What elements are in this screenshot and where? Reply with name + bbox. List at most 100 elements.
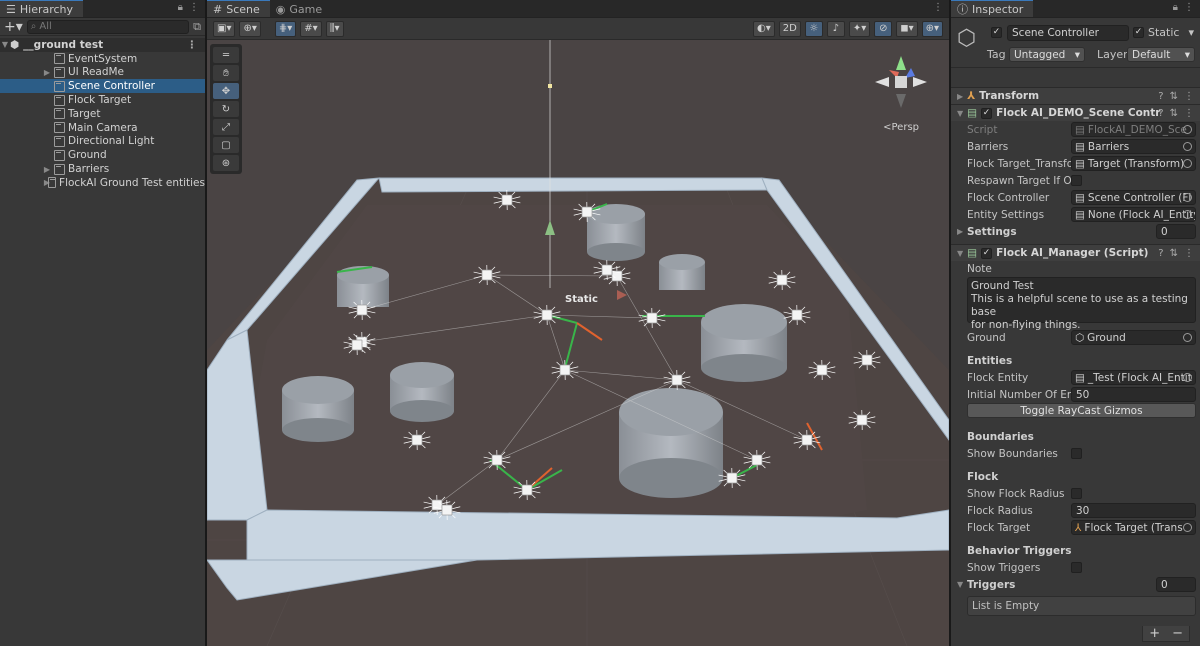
- mode-2d-button[interactable]: 2D: [778, 20, 801, 37]
- tag-dropdown[interactable]: Untagged ▾: [1009, 47, 1085, 62]
- collapse-arrow-icon[interactable]: ▼: [957, 109, 963, 118]
- audio-button[interactable]: ♪: [826, 20, 845, 37]
- lighting-button[interactable]: ☼: [804, 20, 823, 37]
- hierarchy-item[interactable]: Main Camera: [0, 121, 205, 135]
- ground-object-field[interactable]: ⬡ Ground: [1071, 330, 1196, 345]
- property-object-field[interactable]: ▤ FlockAI_DEMO_Sce: [1071, 122, 1196, 137]
- remove-element-icon[interactable]: −: [1172, 626, 1183, 641]
- flock-manager-component-header[interactable]: ▼ ▤ ✓ Flock AI_Manager (Script) ? ⇅ ⋮: [951, 244, 1200, 261]
- kebab-menu-icon[interactable]: ⋮: [1184, 91, 1194, 102]
- add-icon[interactable]: +▾: [4, 19, 23, 35]
- add-element-icon[interactable]: +: [1149, 626, 1160, 641]
- hierarchy-item[interactable]: ▶ UI ReadMe: [0, 66, 205, 80]
- settings-count-field[interactable]: 0: [1156, 224, 1196, 239]
- component-enabled-checkbox[interactable]: ✓: [981, 107, 993, 119]
- kebab-menu-icon[interactable]: ⋮: [1184, 2, 1194, 13]
- show-flock-radius-checkbox[interactable]: [1071, 488, 1082, 499]
- collapse-arrow-icon[interactable]: ▼: [957, 249, 963, 258]
- shading-mode-button[interactable]: ◐▾: [753, 20, 775, 37]
- flock-entity-field[interactable]: ▤ _Test (Flock AI_Entit: [1071, 370, 1196, 385]
- rotate-tool-icon[interactable]: ↻: [213, 101, 239, 117]
- preset-icon[interactable]: ⇅: [1170, 91, 1178, 102]
- tab-hierarchy[interactable]: ☰ Hierarchy: [0, 0, 84, 17]
- grid-snap-button[interactable]: #▾: [300, 20, 322, 37]
- drag-handle-icon[interactable]: ═: [213, 47, 239, 63]
- hierarchy-item[interactable]: Flock Target: [0, 93, 205, 107]
- scale-tool-icon[interactable]: ⤢: [213, 119, 239, 135]
- hierarchy-item[interactable]: EventSystem: [0, 52, 205, 66]
- preset-icon[interactable]: ⇅: [1170, 248, 1178, 259]
- preset-icon[interactable]: ⇅: [1170, 108, 1178, 119]
- persp-label[interactable]: <Persp: [883, 122, 919, 133]
- property-object-field[interactable]: ▤ Scene Controller (Fl: [1071, 190, 1196, 205]
- expand-arrow-icon[interactable]: ▶: [957, 227, 967, 236]
- global-local-button[interactable]: ⊕▾: [239, 20, 261, 37]
- object-picker-icon[interactable]: [1183, 523, 1192, 532]
- object-picker-icon[interactable]: [1183, 210, 1192, 219]
- flock-target-field[interactable]: ⅄ Flock Target (Trans: [1071, 520, 1196, 535]
- initial-entities-field[interactable]: 50: [1071, 387, 1196, 402]
- object-picker-icon[interactable]: [1183, 159, 1192, 168]
- hierarchy-item[interactable]: ▶ Barriers: [0, 162, 205, 176]
- scene-viewport[interactable]: ═ ✋︎ ✥ ↻ ⤢ ▢ ⊛ <Persp Static: [207, 40, 949, 646]
- gizmos-button[interactable]: ⊕▾: [921, 20, 943, 37]
- rect-tool-icon[interactable]: ▢: [213, 137, 239, 153]
- property-object-field[interactable]: ▤ None (Flock AI_Entity_: [1071, 207, 1196, 222]
- triggers-count-field[interactable]: 0: [1156, 577, 1196, 592]
- note-textarea[interactable]: Ground Test This is a helpful scene to u…: [967, 277, 1196, 331]
- active-checkbox[interactable]: ✓: [991, 27, 1002, 38]
- increment-snap-button[interactable]: ⫼▾: [325, 20, 344, 37]
- static-dropdown-icon[interactable]: ▾: [1188, 26, 1194, 39]
- transform-header[interactable]: ▶ ⅄ Transform ? ⇅ ⋮: [951, 87, 1200, 104]
- kebab-menu-icon[interactable]: ⋮: [1184, 248, 1194, 259]
- flock-radius-field[interactable]: 30: [1071, 503, 1196, 518]
- component-enabled-checkbox[interactable]: ✓: [981, 247, 993, 259]
- tab-scene[interactable]: # Scene: [207, 0, 270, 17]
- hand-tool-icon[interactable]: ✋︎: [213, 65, 239, 81]
- kebab-menu-icon[interactable]: ⋮: [933, 2, 943, 13]
- hierarchy-item[interactable]: Directional Light: [0, 135, 205, 149]
- camera-button[interactable]: ◼▾: [896, 20, 918, 37]
- move-tool-icon[interactable]: ✥: [213, 83, 239, 99]
- help-icon[interactable]: ?: [1158, 91, 1163, 102]
- object-picker-icon[interactable]: [1183, 373, 1192, 382]
- static-checkbox[interactable]: ✓: [1133, 27, 1144, 38]
- scene-controller-component-header[interactable]: ▼ ▤ ✓ Flock AI_DEMO_Scene Contr ? ⇅ ⋮: [951, 104, 1200, 121]
- lock-icon[interactable]: 🔒︎: [1173, 2, 1178, 13]
- scene-root-row[interactable]: ▼ ⬢ __ground test ⋮: [0, 38, 205, 52]
- tab-game[interactable]: ◉ Game: [269, 0, 333, 17]
- object-picker-icon[interactable]: [1183, 333, 1192, 342]
- property-object-field[interactable]: ▤ Barriers: [1071, 139, 1196, 154]
- toggle-raycast-gizmos-button[interactable]: Toggle RayCast Gizmos: [967, 403, 1196, 418]
- property-checkbox[interactable]: [1071, 175, 1082, 186]
- object-name-field[interactable]: Scene Controller: [1007, 25, 1129, 41]
- hierarchy-item[interactable]: Target: [0, 107, 205, 121]
- show-boundaries-checkbox[interactable]: [1071, 448, 1082, 459]
- help-icon[interactable]: ?: [1158, 108, 1163, 119]
- snap-button[interactable]: ⋕▾: [274, 20, 297, 37]
- expand-arrow-icon[interactable]: ▶: [42, 68, 52, 77]
- hierarchy-item[interactable]: Ground: [0, 148, 205, 162]
- scene-visibility-icon[interactable]: ⧉: [193, 20, 201, 34]
- kebab-menu-icon[interactable]: ⋮: [1184, 108, 1194, 119]
- hierarchy-item[interactable]: Scene Controller: [0, 79, 205, 94]
- expand-arrow-icon[interactable]: ▼: [957, 580, 967, 589]
- effects-button[interactable]: ✦▾: [848, 20, 871, 37]
- expand-arrow-icon[interactable]: ▶: [42, 165, 52, 174]
- hidden-objects-button[interactable]: ⊘: [874, 20, 893, 37]
- collapse-arrow-icon[interactable]: ▼: [0, 40, 10, 49]
- show-triggers-checkbox[interactable]: [1071, 562, 1082, 573]
- draw-mode-button[interactable]: ▣▾: [213, 20, 236, 37]
- lock-icon[interactable]: 🔒︎: [178, 2, 183, 13]
- layer-dropdown[interactable]: Default ▾: [1127, 47, 1195, 62]
- transform-tool-icon[interactable]: ⊛: [213, 155, 239, 171]
- object-picker-icon[interactable]: [1183, 193, 1192, 202]
- hierarchy-search[interactable]: ⌕ All: [26, 19, 190, 34]
- kebab-menu-icon[interactable]: ⋮: [189, 2, 199, 13]
- tab-inspector[interactable]: ⓘ Inspector: [951, 0, 1034, 17]
- scene-menu-icon[interactable]: ⋮: [187, 39, 198, 51]
- hierarchy-item[interactable]: ▶ FlockAI Ground Test entities: [0, 176, 205, 190]
- object-picker-icon[interactable]: [1183, 142, 1192, 151]
- property-object-field[interactable]: ▤ Target (Transform): [1071, 156, 1196, 171]
- settings-row[interactable]: ▶ Settings 0: [951, 223, 1200, 240]
